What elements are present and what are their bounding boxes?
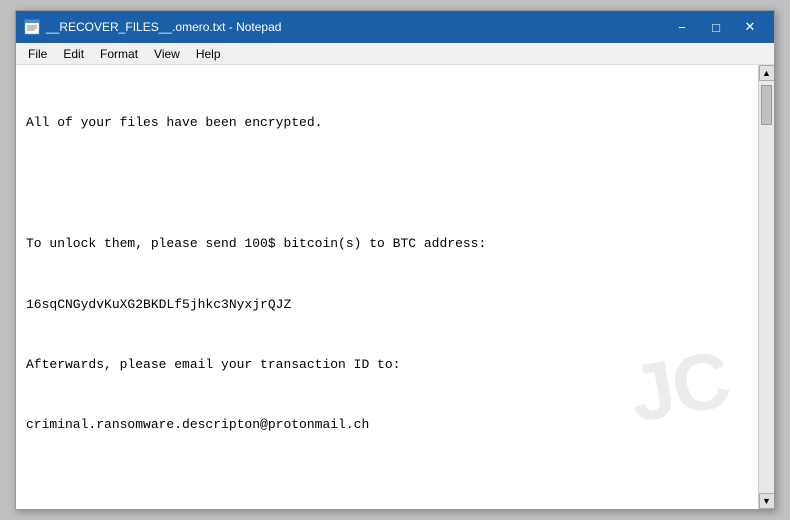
notepad-icon: [24, 19, 40, 35]
minimize-button[interactable]: −: [666, 17, 698, 37]
menu-edit[interactable]: Edit: [55, 45, 92, 63]
menu-bar: File Edit Format View Help: [16, 43, 774, 65]
menu-view[interactable]: View: [146, 45, 188, 63]
text-line-2: [26, 174, 748, 194]
text-editor[interactable]: All of your files have been encrypted. T…: [16, 65, 758, 509]
text-line-1: All of your files have been encrypted.: [26, 113, 748, 133]
maximize-button[interactable]: □: [700, 17, 732, 37]
vertical-scrollbar[interactable]: ▲ ▼: [758, 65, 774, 509]
menu-format[interactable]: Format: [92, 45, 146, 63]
content-area: All of your files have been encrypted. T…: [16, 65, 774, 509]
close-button[interactable]: ✕: [734, 17, 766, 37]
menu-file[interactable]: File: [20, 45, 55, 63]
scroll-up-button[interactable]: ▲: [759, 65, 775, 81]
window-title: __RECOVER_FILES__.omero.txt - Notepad: [46, 20, 666, 34]
text-line-5: Afterwards, please email your transactio…: [26, 355, 748, 375]
text-line-3: To unlock them, please send 100$ bitcoin…: [26, 234, 748, 254]
scrollbar-track[interactable]: [759, 81, 774, 493]
text-line-6: criminal.ransomware.descripton@protonmai…: [26, 415, 748, 435]
scroll-down-button[interactable]: ▼: [759, 493, 775, 509]
notepad-window: __RECOVER_FILES__.omero.txt - Notepad − …: [15, 10, 775, 510]
watermark: JC: [620, 317, 738, 456]
menu-help[interactable]: Help: [188, 45, 229, 63]
scrollbar-thumb[interactable]: [761, 85, 772, 125]
text-line-4: 16sqCNGydvKuXG2BKDLf5jhkc3NyxjrQJZ: [26, 295, 748, 315]
text-line-7: [26, 476, 748, 496]
title-bar: __RECOVER_FILES__.omero.txt - Notepad − …: [16, 11, 774, 43]
window-controls: − □ ✕: [666, 17, 766, 37]
